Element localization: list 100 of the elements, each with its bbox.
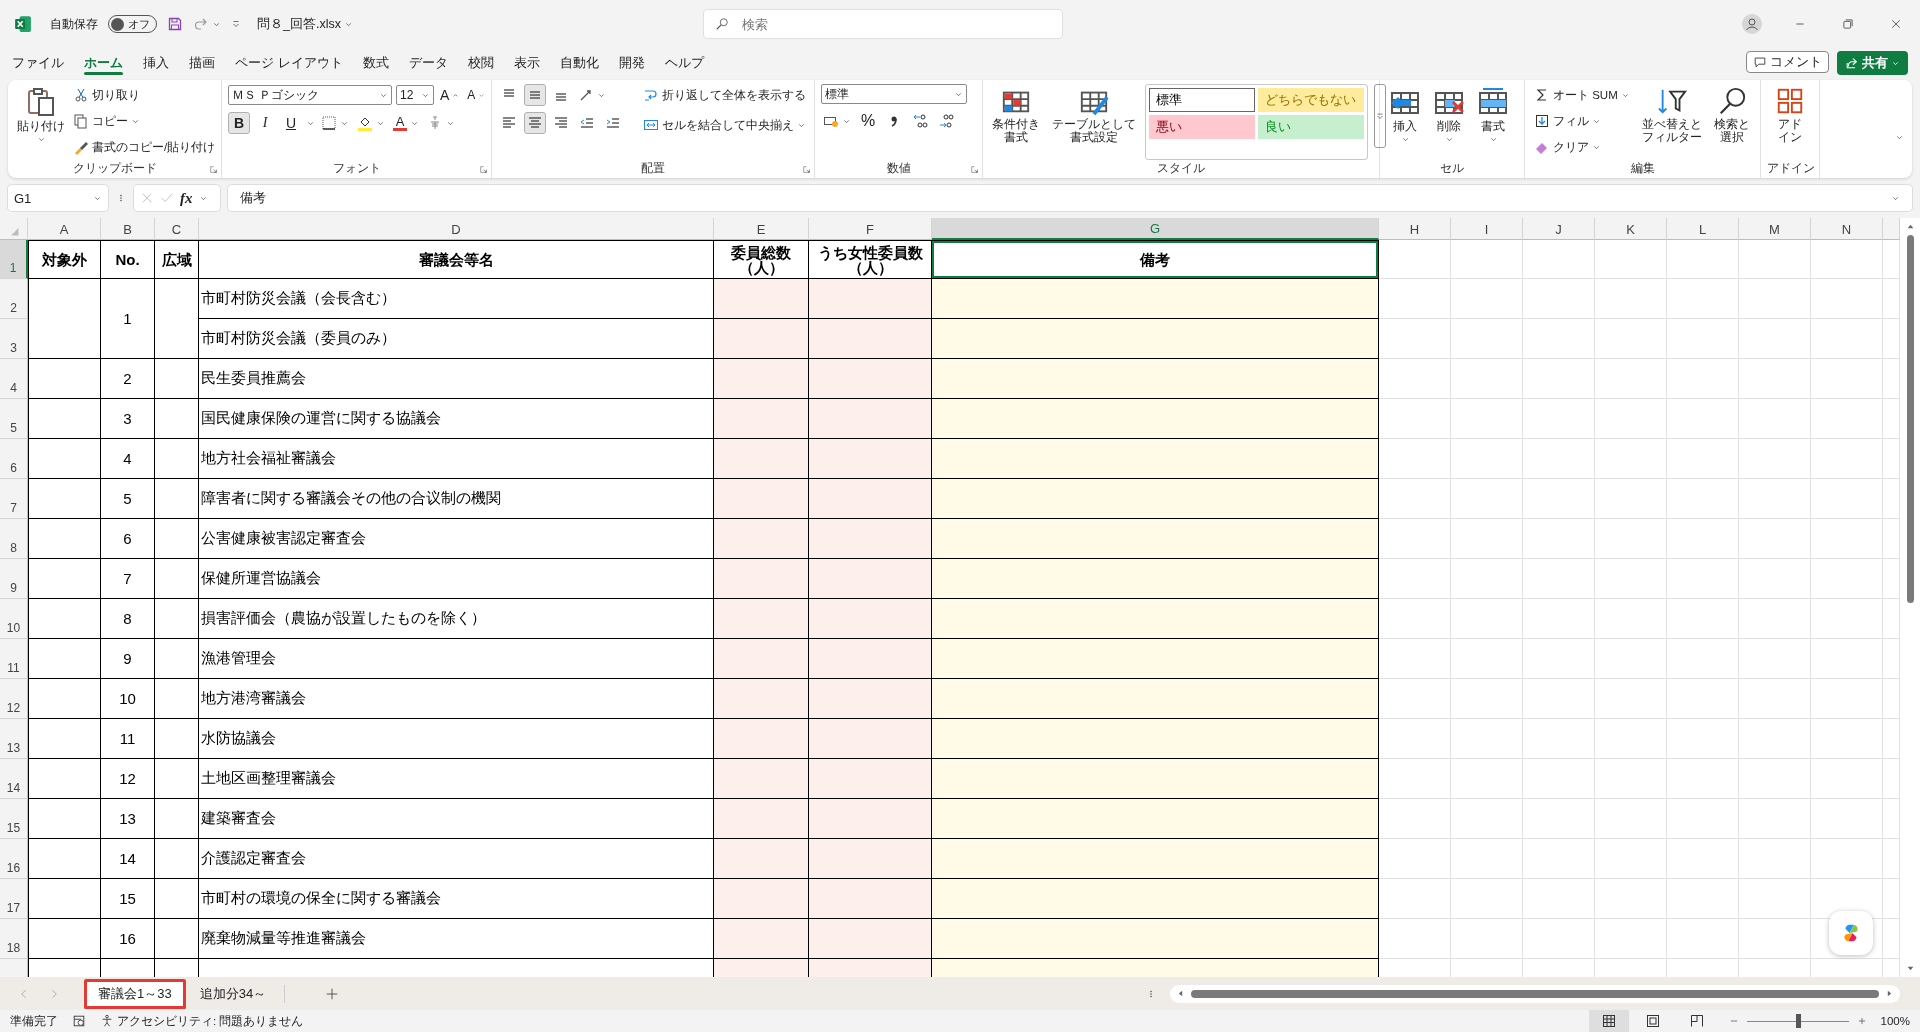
- copy-button[interactable]: コピー: [70, 110, 143, 132]
- zoom-level[interactable]: 100%: [1880, 1015, 1910, 1027]
- comment-button[interactable]: コメント: [1746, 51, 1829, 73]
- customize-toolbar-button[interactable]: [231, 19, 241, 29]
- addins-button[interactable]: アド イン: [1772, 84, 1808, 160]
- row-header[interactable]: 10: [0, 599, 28, 639]
- format-as-table-button[interactable]: テーブルとして 書式設定: [1049, 84, 1139, 160]
- scroll-down-button[interactable]: [1905, 964, 1915, 973]
- cell-style-swatch[interactable]: 標準: [1149, 88, 1255, 112]
- ribbon-tab[interactable]: データ: [408, 50, 448, 76]
- column-header[interactable]: E: [714, 218, 809, 240]
- zoom-in-button[interactable]: [1856, 1016, 1867, 1026]
- cut-button[interactable]: 切り取り: [70, 84, 143, 106]
- column-header[interactable]: D: [199, 218, 714, 240]
- formula-input[interactable]: 備考: [228, 185, 1912, 211]
- add-sheet-button[interactable]: [325, 986, 340, 1001]
- column-header[interactable]: M: [1739, 218, 1811, 240]
- column-header[interactable]: N: [1811, 218, 1883, 240]
- gallery-expand-button[interactable]: [1374, 84, 1386, 148]
- ribbon-tab[interactable]: 挿入: [143, 50, 169, 76]
- italic-button[interactable]: I: [254, 112, 276, 134]
- row-header[interactable]: 1: [0, 240, 28, 279]
- fill-button[interactable]: フィル: [1531, 110, 1604, 132]
- vertical-scrollbar-thumb[interactable]: [1906, 235, 1914, 603]
- ribbon-tab[interactable]: ヘルプ: [664, 50, 704, 76]
- cell-style-swatch[interactable]: どちらでもない: [1258, 88, 1364, 112]
- sheet-tab[interactable]: 審議会1～33: [84, 978, 186, 1009]
- column-header[interactable]: G: [932, 218, 1379, 240]
- bold-button[interactable]: B: [228, 112, 250, 134]
- ribbon-tab[interactable]: 表示: [513, 50, 540, 76]
- column-header[interactable]: F: [809, 218, 932, 240]
- copilot-button[interactable]: [1829, 911, 1873, 955]
- row-header[interactable]: 16: [0, 839, 28, 879]
- percent-button[interactable]: %: [857, 110, 879, 132]
- row-header[interactable]: 6: [0, 439, 28, 479]
- cells-button[interactable]: 挿入: [1386, 84, 1424, 160]
- row-header[interactable]: 9: [0, 559, 28, 599]
- shrink-font-button[interactable]: A: [465, 84, 488, 106]
- row-header[interactable]: 11: [0, 639, 28, 679]
- ribbon-tab[interactable]: 自動化: [559, 50, 599, 76]
- cell-style-swatch[interactable]: 良い: [1258, 115, 1364, 139]
- row-header[interactable]: 4: [0, 359, 28, 399]
- zoom-slider-thumb[interactable]: [1795, 1014, 1801, 1028]
- row-header[interactable]: 14: [0, 759, 28, 799]
- number-format-dropdown[interactable]: 標準: [821, 84, 967, 104]
- row-header[interactable]: 3: [0, 319, 28, 359]
- cells-button[interactable]: 書式: [1474, 84, 1512, 160]
- paste-button[interactable]: 貼り付け: [14, 84, 68, 160]
- search-field[interactable]: 検索: [702, 9, 1063, 39]
- share-button[interactable]: 共有: [1837, 51, 1908, 75]
- save-button[interactable]: [167, 16, 183, 32]
- row-header[interactable]: 7: [0, 479, 28, 519]
- font-color-button[interactable]: A: [391, 112, 421, 134]
- autosum-button[interactable]: オート SUM: [1531, 84, 1633, 106]
- font-size-dropdown[interactable]: 12: [396, 85, 434, 105]
- vertical-align-button[interactable]: [524, 84, 546, 106]
- font-name-dropdown[interactable]: ＭＳ Ｐゴシック: [228, 85, 392, 105]
- row-header[interactable]: 2: [0, 279, 28, 319]
- column-header[interactable]: H: [1379, 218, 1451, 240]
- cells-button[interactable]: 削除: [1430, 84, 1468, 160]
- scroll-up-button[interactable]: [1905, 222, 1915, 231]
- find-select-button[interactable]: 検索と 選択: [1710, 84, 1753, 160]
- view-button[interactable]: [1588, 1010, 1629, 1032]
- ribbon-tab[interactable]: 開発: [618, 50, 645, 76]
- grow-font-button[interactable]: A: [438, 84, 462, 106]
- row-header[interactable]: 17: [0, 879, 28, 919]
- column-header[interactable]: C: [155, 218, 199, 240]
- row-header[interactable]: 8: [0, 519, 28, 559]
- name-box[interactable]: G1: [8, 185, 108, 211]
- horizontal-scrollbar-thumb[interactable]: [1191, 989, 1879, 998]
- ribbon-tab[interactable]: ページ レイアウト: [235, 50, 343, 76]
- sort-filter-button[interactable]: 並べ替えと フィルター: [1638, 84, 1705, 160]
- file-name-button[interactable]: 問８_回答.xlsx: [257, 15, 353, 33]
- horizontal-align-button[interactable]: [524, 112, 546, 134]
- row-header[interactable]: 18: [0, 919, 28, 959]
- insert-function-button[interactable]: fx: [180, 189, 193, 207]
- underline-button[interactable]: U: [280, 112, 302, 134]
- column-header[interactable]: I: [1451, 218, 1523, 240]
- ribbon-tab[interactable]: 描画: [189, 50, 215, 76]
- merge-center-button[interactable]: セルを結合して中央揃え: [640, 114, 809, 136]
- collapse-ribbon-button[interactable]: [1895, 133, 1904, 142]
- redo-button[interactable]: [193, 16, 221, 32]
- cell-style-swatch[interactable]: 悪い: [1149, 115, 1255, 139]
- column-header[interactable]: J: [1523, 218, 1595, 240]
- row-header[interactable]: 15: [0, 799, 28, 839]
- accessibility-button[interactable]: アクセシビリティ: 問題ありません: [100, 1013, 304, 1029]
- wrap-text-button[interactable]: 折り返して全体を表示する: [640, 84, 809, 106]
- column-header[interactable]: A: [28, 218, 101, 240]
- ribbon-tab[interactable]: 校閲: [467, 50, 494, 76]
- sheet-tab[interactable]: 追加分34～: [185, 978, 281, 1009]
- clear-button[interactable]: クリア: [1531, 136, 1604, 158]
- column-header[interactable]: B: [101, 218, 155, 240]
- ribbon-tab[interactable]: 数式: [362, 50, 389, 76]
- conditional-format-button[interactable]: 条件付き 書式: [989, 84, 1043, 160]
- column-header[interactable]: K: [1595, 218, 1667, 240]
- format-painter-button[interactable]: 書式のコピー/貼り付け: [70, 136, 219, 158]
- row-header[interactable]: 12: [0, 679, 28, 719]
- row-header[interactable]: 13: [0, 719, 28, 759]
- ribbon-tab[interactable]: ファイル: [12, 50, 64, 76]
- row-header[interactable]: 5: [0, 399, 28, 439]
